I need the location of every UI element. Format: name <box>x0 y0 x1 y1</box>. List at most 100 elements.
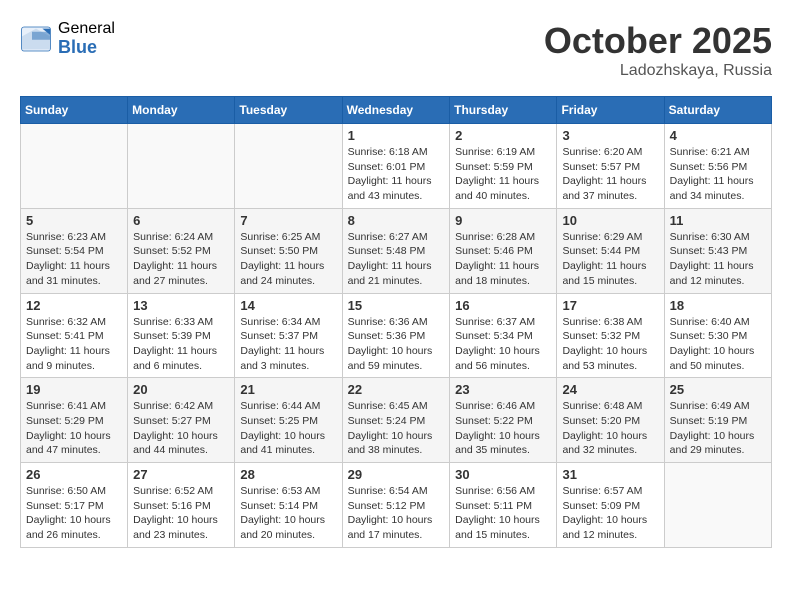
calendar-cell: 27 Sunrise: 6:52 AM Sunset: 5:16 PM Dayli… <box>128 463 235 548</box>
day-info: Sunrise: 6:30 AM Sunset: 5:43 PM Dayligh… <box>670 230 766 289</box>
logo-icon <box>20 25 52 53</box>
day-number: 7 <box>240 213 336 228</box>
day-info: Sunrise: 6:20 AM Sunset: 5:57 PM Dayligh… <box>562 145 658 204</box>
calendar-cell: 22Sunrise: 6:45 AM Sunset: 5:24 PM Dayli… <box>342 378 450 463</box>
calendar-cell <box>128 124 235 209</box>
day-number: 23 <box>455 382 551 397</box>
day-number: 10 <box>562 213 658 228</box>
day-info: Sunrise: 6:57 AM Sunset: 5:09 PM Dayligh… <box>562 484 658 543</box>
calendar-cell <box>21 124 128 209</box>
day-number: 27 <box>133 467 229 482</box>
calendar-cell: 2 Sunrise: 6:19 AM Sunset: 5:59 PM Daylig… <box>450 124 557 209</box>
column-header-tuesday: Tuesday <box>235 97 342 124</box>
column-header-friday: Friday <box>557 97 664 124</box>
calendar-cell: 9 Sunrise: 6:28 AM Sunset: 5:46 PM Daylig… <box>450 208 557 293</box>
day-number: 12 <box>26 298 122 313</box>
day-info: Sunrise: 6:36 AM Sunset: 5:36 PM Dayligh… <box>348 315 445 374</box>
day-number: 19 <box>26 382 122 397</box>
day-number: 3 <box>562 128 658 143</box>
calendar-cell: 1Sunrise: 6:18 AM Sunset: 6:01 PM Daylig… <box>342 124 450 209</box>
day-info: Sunrise: 6:25 AM Sunset: 5:50 PM Dayligh… <box>240 230 336 289</box>
column-header-sunday: Sunday <box>21 97 128 124</box>
calendar-cell: 15 Sunrise: 6:36 AM Sunset: 5:36 PM Dayli… <box>342 293 450 378</box>
day-number: 4 <box>670 128 766 143</box>
day-info: Sunrise: 6:50 AM Sunset: 5:17 PM Dayligh… <box>26 484 122 543</box>
day-info: Sunrise: 6:19 AM Sunset: 5:59 PM Dayligh… <box>455 145 551 204</box>
day-info: Sunrise: 6:41 AM Sunset: 5:29 PM Dayligh… <box>26 399 122 458</box>
calendar-cell <box>664 463 771 548</box>
day-info: Sunrise: 6:46 AM Sunset: 5:22 PM Dayligh… <box>455 399 551 458</box>
day-info: Sunrise: 6:27 AM Sunset: 5:48 PM Dayligh… <box>348 230 445 289</box>
day-number: 16 <box>455 298 551 313</box>
day-number: 6 <box>133 213 229 228</box>
calendar-cell: 8Sunrise: 6:27 AM Sunset: 5:48 PM Daylig… <box>342 208 450 293</box>
calendar-cell <box>235 124 342 209</box>
day-info: Sunrise: 6:18 AM Sunset: 6:01 PM Dayligh… <box>348 145 445 204</box>
calendar-cell: 11Sunrise: 6:30 AM Sunset: 5:43 PM Dayli… <box>664 208 771 293</box>
day-number: 30 <box>455 467 551 482</box>
calendar-cell: 21 Sunrise: 6:44 AM Sunset: 5:25 PM Dayli… <box>235 378 342 463</box>
calendar-cell: 30 Sunrise: 6:56 AM Sunset: 5:11 PM Dayli… <box>450 463 557 548</box>
calendar-location: Ladozhskaya, Russia <box>544 62 772 80</box>
calendar-cell: 19 Sunrise: 6:41 AM Sunset: 5:29 PM Dayli… <box>21 378 128 463</box>
day-number: 17 <box>562 298 658 313</box>
calendar-cell: 29Sunrise: 6:54 AM Sunset: 5:12 PM Dayli… <box>342 463 450 548</box>
day-info: Sunrise: 6:23 AM Sunset: 5:54 PM Dayligh… <box>26 230 122 289</box>
calendar-cell: 23 Sunrise: 6:46 AM Sunset: 5:22 PM Dayli… <box>450 378 557 463</box>
calendar-cell: 25Sunrise: 6:49 AM Sunset: 5:19 PM Dayli… <box>664 378 771 463</box>
page-header: General Blue October 2025 Ladozhskaya, R… <box>20 20 772 80</box>
title-block: October 2025 Ladozhskaya, Russia <box>544 20 772 80</box>
column-header-thursday: Thursday <box>450 97 557 124</box>
column-header-wednesday: Wednesday <box>342 97 450 124</box>
day-info: Sunrise: 6:44 AM Sunset: 5:25 PM Dayligh… <box>240 399 336 458</box>
calendar-cell: 13Sunrise: 6:33 AM Sunset: 5:39 PM Dayli… <box>128 293 235 378</box>
calendar-header-row: SundayMondayTuesdayWednesdayThursdayFrid… <box>21 97 772 124</box>
calendar-cell: 7 Sunrise: 6:25 AM Sunset: 5:50 PM Daylig… <box>235 208 342 293</box>
day-number: 15 <box>348 298 445 313</box>
logo: General Blue <box>20 20 115 57</box>
day-number: 22 <box>348 382 445 397</box>
logo-general: General <box>58 20 115 38</box>
calendar-cell: 4Sunrise: 6:21 AM Sunset: 5:56 PM Daylig… <box>664 124 771 209</box>
logo-text: General Blue <box>58 20 115 57</box>
calendar-week-row: 19 Sunrise: 6:41 AM Sunset: 5:29 PM Dayli… <box>21 378 772 463</box>
day-info: Sunrise: 6:42 AM Sunset: 5:27 PM Dayligh… <box>133 399 229 458</box>
day-info: Sunrise: 6:49 AM Sunset: 5:19 PM Dayligh… <box>670 399 766 458</box>
day-info: Sunrise: 6:54 AM Sunset: 5:12 PM Dayligh… <box>348 484 445 543</box>
calendar-week-row: 5 Sunrise: 6:23 AM Sunset: 5:54 PM Daylig… <box>21 208 772 293</box>
day-number: 31 <box>562 467 658 482</box>
day-number: 21 <box>240 382 336 397</box>
calendar-cell: 28Sunrise: 6:53 AM Sunset: 5:14 PM Dayli… <box>235 463 342 548</box>
calendar-cell: 26 Sunrise: 6:50 AM Sunset: 5:17 PM Dayli… <box>21 463 128 548</box>
day-number: 14 <box>240 298 336 313</box>
column-header-monday: Monday <box>128 97 235 124</box>
calendar-week-row: 26 Sunrise: 6:50 AM Sunset: 5:17 PM Dayli… <box>21 463 772 548</box>
day-info: Sunrise: 6:40 AM Sunset: 5:30 PM Dayligh… <box>670 315 766 374</box>
day-info: Sunrise: 6:33 AM Sunset: 5:39 PM Dayligh… <box>133 315 229 374</box>
calendar-cell: 5 Sunrise: 6:23 AM Sunset: 5:54 PM Daylig… <box>21 208 128 293</box>
day-number: 24 <box>562 382 658 397</box>
calendar-cell: 31 Sunrise: 6:57 AM Sunset: 5:09 PM Dayli… <box>557 463 664 548</box>
calendar-cell: 18Sunrise: 6:40 AM Sunset: 5:30 PM Dayli… <box>664 293 771 378</box>
day-info: Sunrise: 6:38 AM Sunset: 5:32 PM Dayligh… <box>562 315 658 374</box>
calendar-cell: 6Sunrise: 6:24 AM Sunset: 5:52 PM Daylig… <box>128 208 235 293</box>
column-header-saturday: Saturday <box>664 97 771 124</box>
logo-blue: Blue <box>58 38 115 58</box>
day-number: 28 <box>240 467 336 482</box>
calendar-cell: 20 Sunrise: 6:42 AM Sunset: 5:27 PM Dayli… <box>128 378 235 463</box>
day-info: Sunrise: 6:52 AM Sunset: 5:16 PM Dayligh… <box>133 484 229 543</box>
day-number: 5 <box>26 213 122 228</box>
day-info: Sunrise: 6:32 AM Sunset: 5:41 PM Dayligh… <box>26 315 122 374</box>
day-number: 2 <box>455 128 551 143</box>
day-number: 26 <box>26 467 122 482</box>
day-number: 20 <box>133 382 229 397</box>
day-info: Sunrise: 6:56 AM Sunset: 5:11 PM Dayligh… <box>455 484 551 543</box>
day-info: Sunrise: 6:29 AM Sunset: 5:44 PM Dayligh… <box>562 230 658 289</box>
calendar-cell: 12 Sunrise: 6:32 AM Sunset: 5:41 PM Dayli… <box>21 293 128 378</box>
day-number: 9 <box>455 213 551 228</box>
calendar-cell: 16Sunrise: 6:37 AM Sunset: 5:34 PM Dayli… <box>450 293 557 378</box>
calendar-title: October 2025 <box>544 20 772 62</box>
day-info: Sunrise: 6:28 AM Sunset: 5:46 PM Dayligh… <box>455 230 551 289</box>
calendar-week-row: 1Sunrise: 6:18 AM Sunset: 6:01 PM Daylig… <box>21 124 772 209</box>
day-info: Sunrise: 6:34 AM Sunset: 5:37 PM Dayligh… <box>240 315 336 374</box>
